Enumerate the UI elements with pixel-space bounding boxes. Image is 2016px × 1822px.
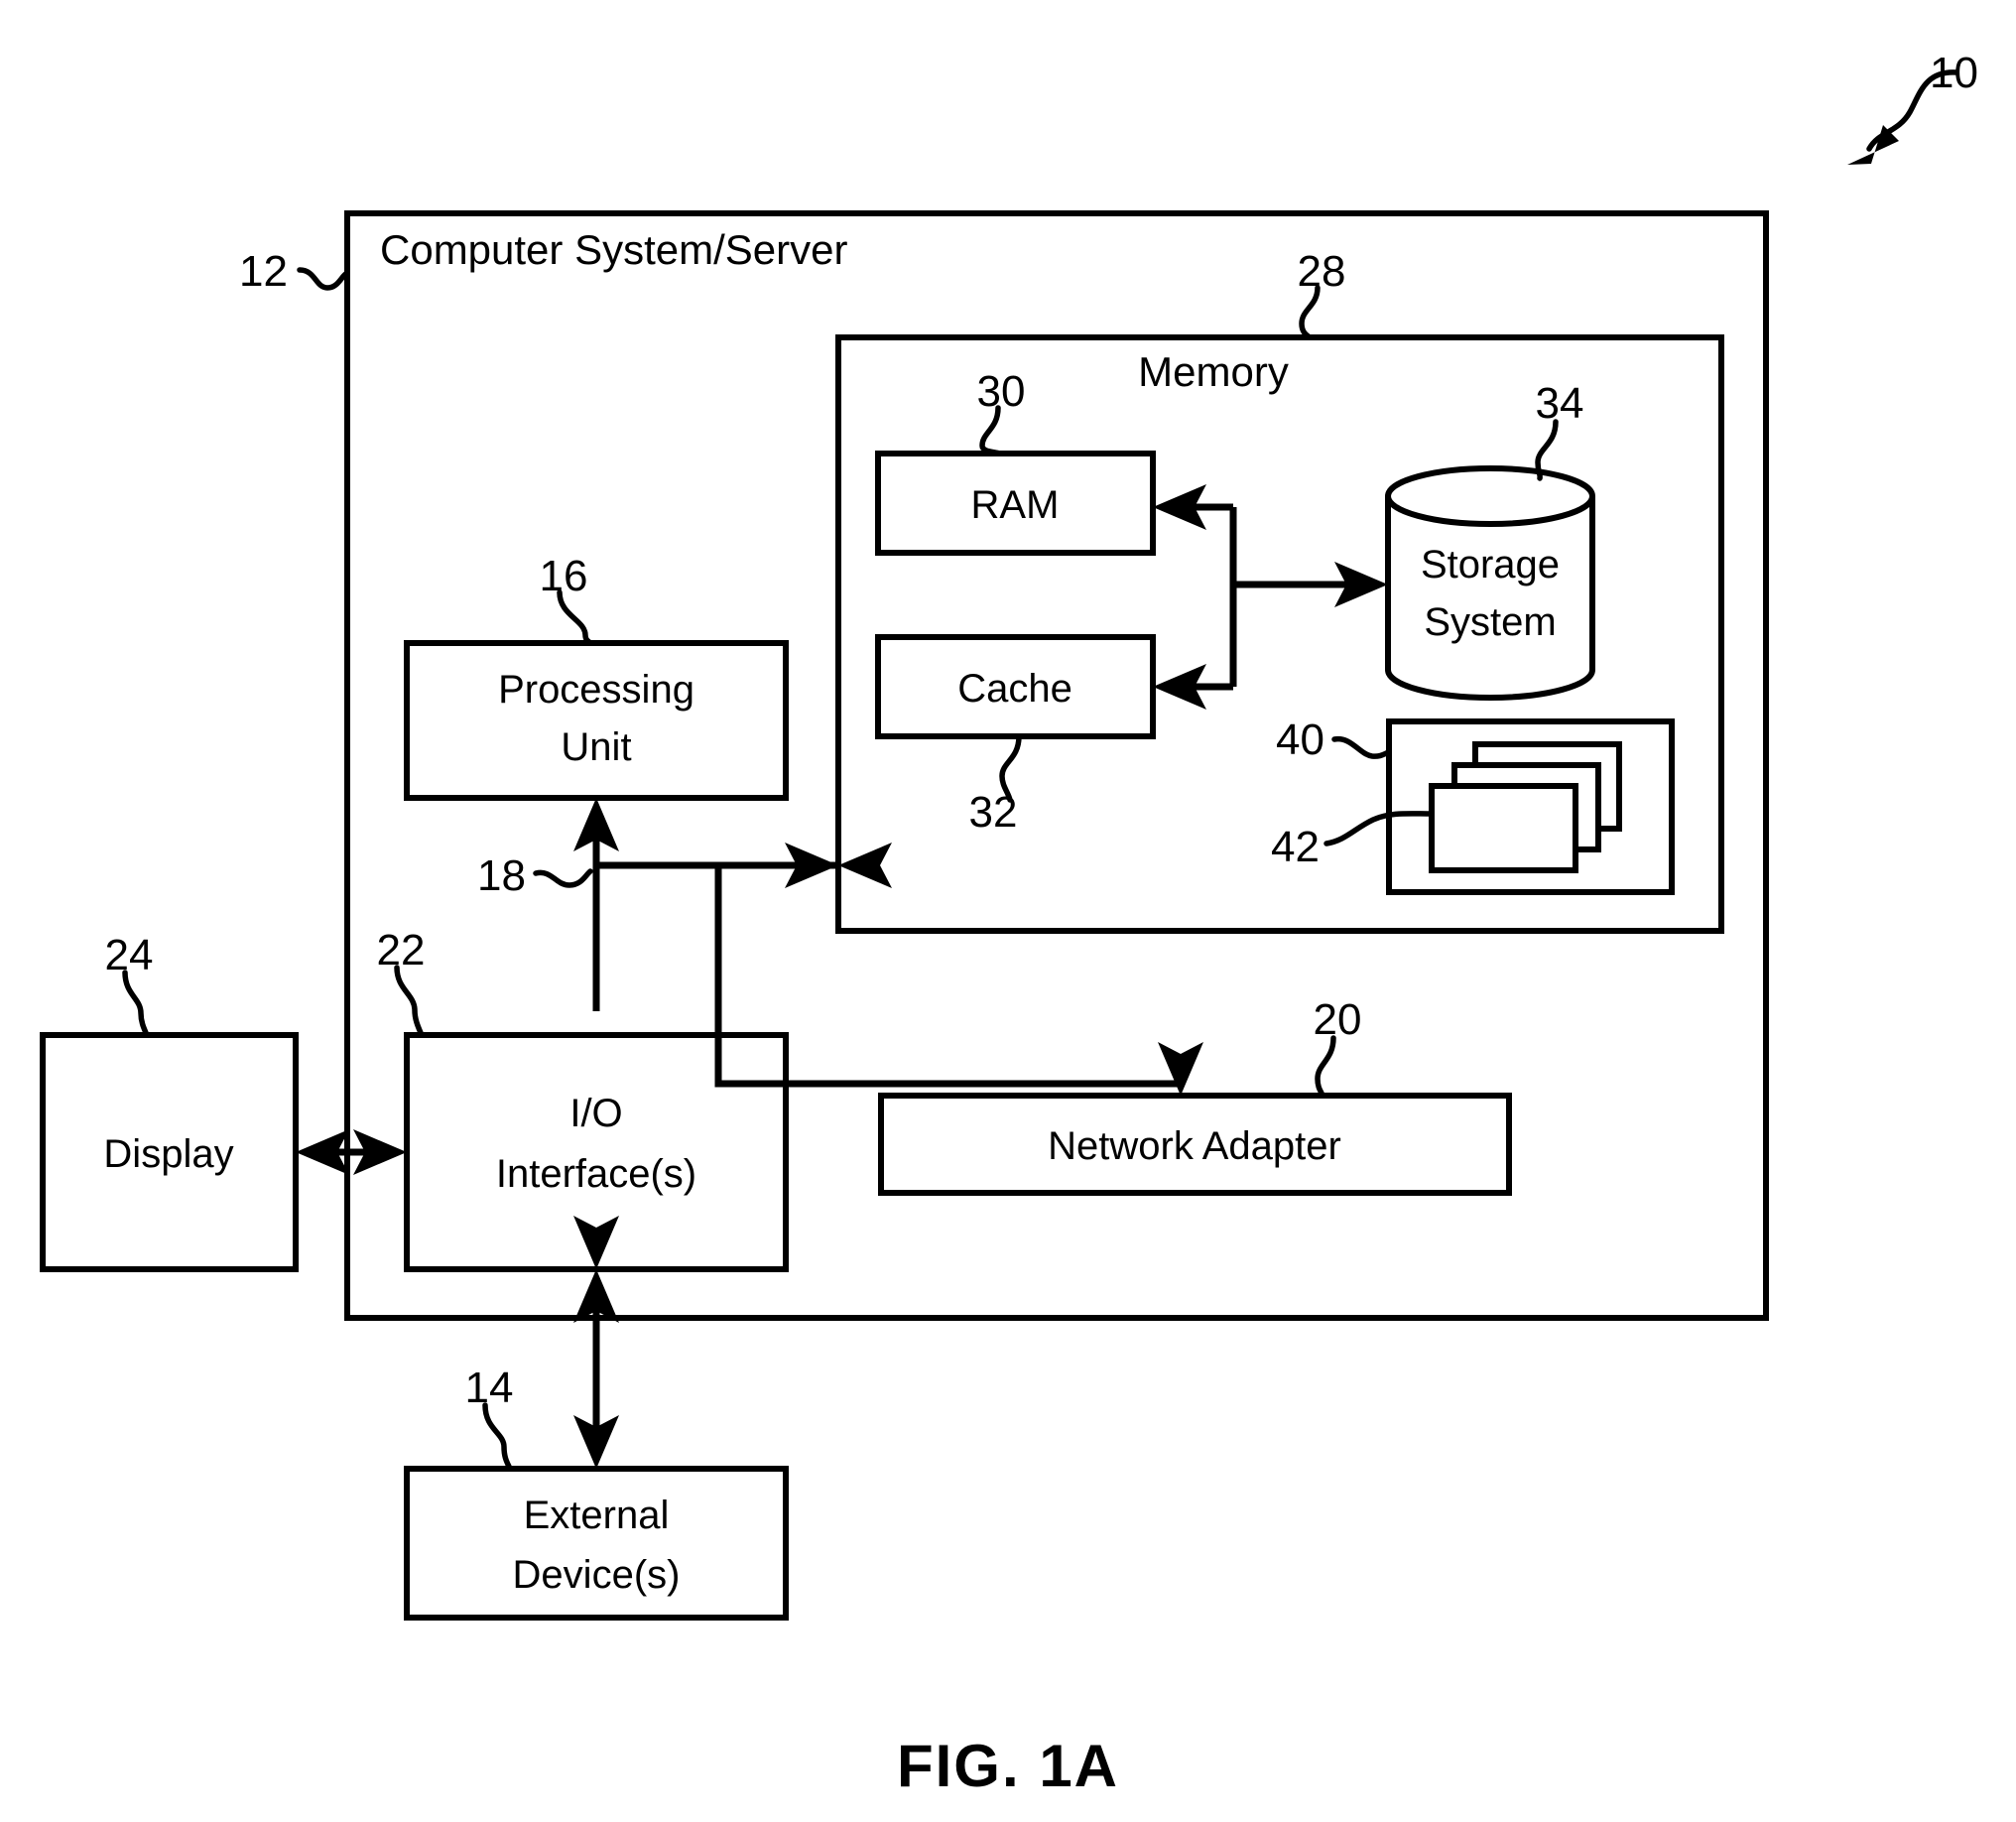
cache-label: Cache	[957, 667, 1072, 711]
processing-unit-box	[404, 640, 789, 801]
leader-12	[297, 267, 350, 291]
ref-28: 28	[1298, 247, 1346, 296]
ref-34: 34	[1536, 379, 1584, 428]
ref-42: 42	[1271, 823, 1320, 871]
ref-18: 18	[477, 851, 526, 900]
ref-30: 30	[977, 367, 1026, 416]
processing-unit-label-line1: Processing	[498, 668, 694, 712]
ref-14: 14	[465, 1364, 514, 1412]
program-module-card-front	[1429, 783, 1578, 873]
ref-12: 12	[239, 247, 288, 296]
ref-22: 22	[377, 926, 426, 975]
ref-10: 10	[1930, 49, 1978, 97]
figure-caption: FIG. 1A	[897, 1733, 1119, 1799]
external-devices-label-line2: Device(s)	[513, 1553, 681, 1597]
network-adapter-label: Network Adapter	[1048, 1124, 1341, 1168]
ref-16: 16	[540, 552, 588, 600]
ref-24: 24	[105, 931, 154, 979]
io-interface-label-line1: I/O	[569, 1092, 622, 1135]
ref-40: 40	[1276, 716, 1324, 764]
processing-unit-label-line2: Unit	[561, 725, 631, 769]
storage-system-label-line2: System	[1424, 600, 1556, 644]
block-diagram-canvas: Computer System/Server Memory RAM Cache …	[40, 49, 1978, 1799]
computer-system-server-label: Computer System/Server	[380, 226, 847, 273]
ref-32: 32	[969, 788, 1018, 837]
storage-system-label-line1: Storage	[1421, 543, 1560, 586]
program-stack-group	[1386, 718, 1675, 895]
external-devices-label-line1: External	[524, 1494, 670, 1537]
ref-20: 20	[1314, 995, 1362, 1044]
display-label: Display	[103, 1132, 233, 1176]
patent-figure-1a: Computer System/Server Memory RAM Cache …	[0, 0, 2016, 1822]
ram-label: RAM	[971, 483, 1060, 527]
io-interface-label-line2: Interface(s)	[496, 1152, 696, 1196]
leader-14	[482, 1402, 513, 1472]
memory-label: Memory	[1138, 348, 1289, 395]
leader-24	[122, 970, 150, 1038]
